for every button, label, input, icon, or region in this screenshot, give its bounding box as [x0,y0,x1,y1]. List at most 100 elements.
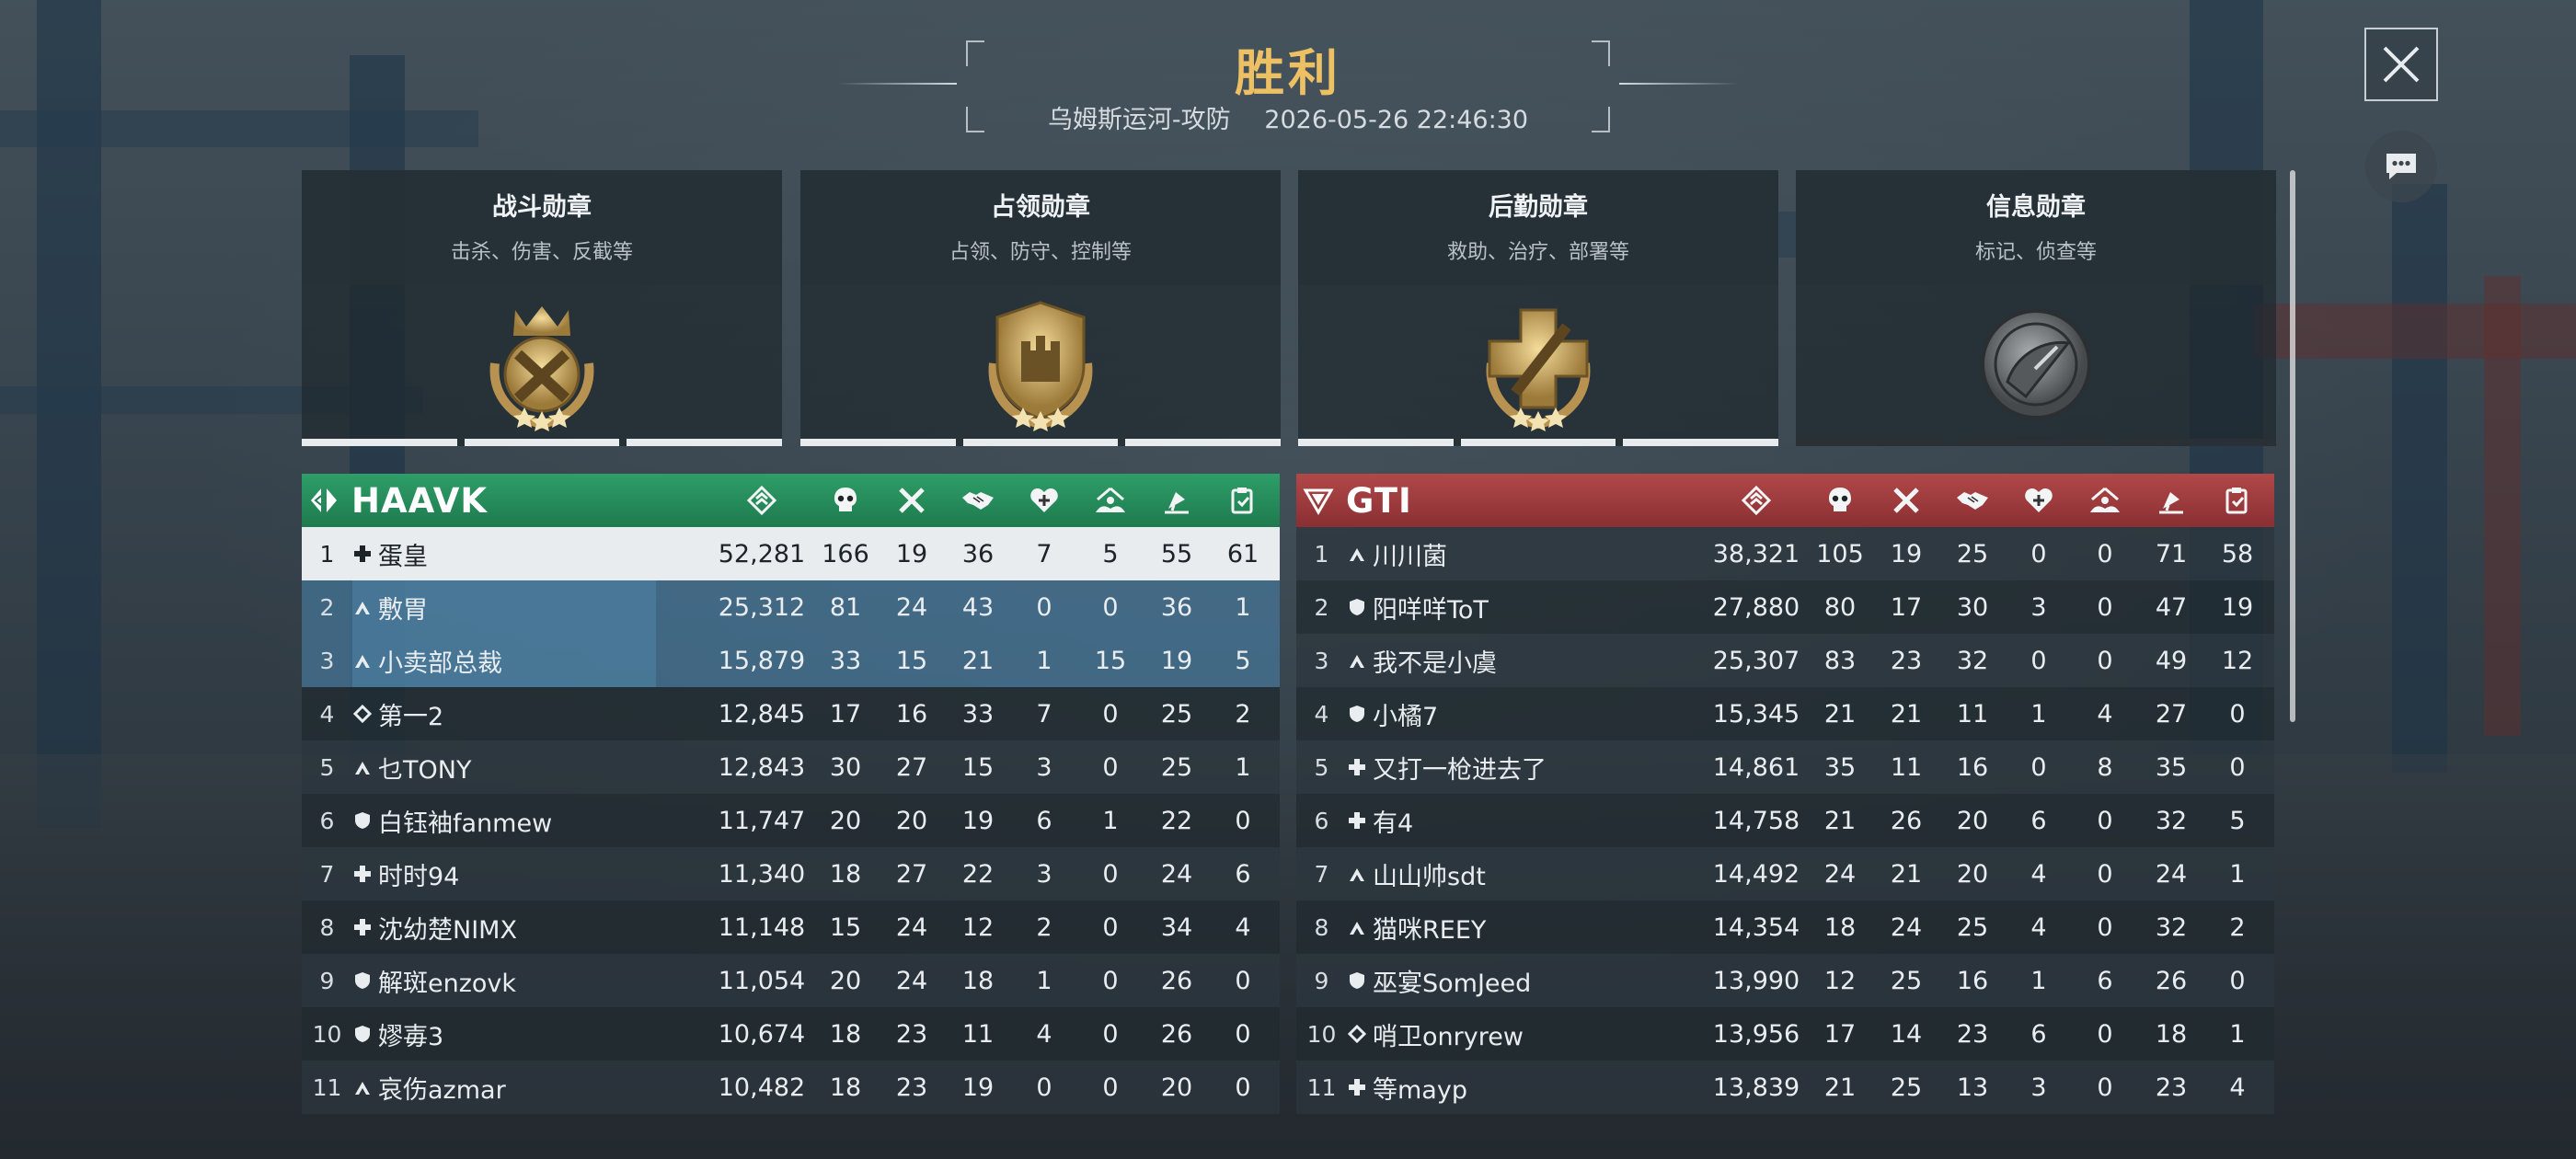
stat-cell: 27 [895,859,928,889]
stat-cell: 21 [1823,699,1857,729]
player-name: 山山帅sdt [1373,862,1486,891]
kills-icon[interactable] [812,474,879,527]
medal-subtitle: 击杀、伤害、反截等 [450,241,633,264]
stat-cell: 5 [2229,806,2246,835]
intel-icon[interactable] [1144,474,1210,527]
stat-cell: 81 [829,592,862,622]
engineer-class-icon [1347,597,1367,617]
player-rank: 10 [1306,1020,1337,1048]
player-row[interactable]: 11 哀伤azmar 10,482 18 23 19 0 0 20 0 [302,1061,1280,1114]
stat-cell: 19 [961,1073,995,1102]
stat-cell: 12 [961,912,995,942]
medal-progress [1298,439,1779,446]
stat-cell: 20 [1956,859,1989,889]
support-icon[interactable] [1210,474,1276,527]
stat-cell: 0 [2097,539,2113,568]
player-row[interactable]: 10 嫪毐3 10,674 18 23 11 4 0 26 0 [302,1007,1280,1061]
player-name-cell: 阳咩咩ToT [1347,590,1489,625]
stat-cell: 1 [1235,752,1251,782]
player-row[interactable]: 5 又打一枪进去了 14,861 35 11 16 0 8 35 0 [1296,740,2274,794]
medal-progress [302,439,783,446]
score-icon[interactable] [1706,474,1807,527]
player-row[interactable]: 4 第一2 12,845 17 16 33 7 0 25 2 [302,687,1280,740]
medal-card[interactable]: 信息勋章 标记、侦查等 [1796,170,2277,446]
stat-cell: 3 [1036,752,1052,782]
revives-icon[interactable] [1011,474,1077,527]
player-row[interactable]: 6 白钰袖fanmew 11,747 20 20 19 6 1 22 0 [302,794,1280,847]
player-rank: 5 [1314,753,1329,781]
player-row[interactable]: 1 川川菌 38,321 105 19 25 0 0 71 58 [1296,527,2274,580]
player-row[interactable]: 8 沈幼楚NIMX 11,148 15 24 12 2 0 34 4 [302,901,1280,954]
player-row[interactable]: 5 乜TONY 12,843 30 27 15 3 0 25 1 [302,740,1280,794]
player-row[interactable]: 8 猫咪REEY 14,354 18 24 25 4 0 32 2 [1296,901,2274,954]
stat-cell: 34 [1160,912,1193,942]
player-row[interactable]: 9 巫宴SomJeed 13,990 12 25 16 1 6 26 0 [1296,954,2274,1007]
player-row[interactable]: 1 蛋皇 52,281 166 19 36 7 5 55 61 [302,527,1280,580]
player-rank: 7 [1314,860,1329,888]
stat-cell: 27 [2155,699,2188,729]
stat-cell: 0 [1102,1019,1119,1049]
stat-cell: 24 [895,966,928,995]
team-scoreboard-right: GTI 1 川川菌 38,321 105 19 25 0 0 71 58 2 阳咩咩ToT 27… [1296,474,2274,1114]
stat-cell: 55 [1160,539,1193,568]
assault-class-icon [1347,917,1367,937]
stat-cell: 17 [1823,1019,1857,1049]
support-icon[interactable] [2204,474,2271,527]
player-row[interactable]: 10 哨卫onryrew 13,956 17 14 23 6 0 18 1 [1296,1007,2274,1061]
player-row[interactable]: 2 敷胃 25,312 81 24 43 0 0 36 1 [302,580,1280,634]
player-row[interactable]: 3 我不是小虞 25,307 83 23 32 0 0 49 12 [1296,634,2274,687]
assists-icon[interactable] [1939,474,2006,527]
stat-cell: 0 [2097,1019,2113,1049]
stat-cell: 7 [1036,539,1052,568]
deaths-icon[interactable] [1873,474,1939,527]
scrollbar[interactable] [2290,170,2295,722]
stat-cell: 4 [2097,699,2113,729]
stat-cell: 6 [1235,859,1251,889]
stat-cell: 12 [2221,646,2254,675]
player-row[interactable]: 9 解斑enzovk 11,054 20 24 18 1 0 26 0 [302,954,1280,1007]
stat-cell: 16 [1956,966,1989,995]
player-row[interactable]: 7 时时94 11,340 18 27 22 3 0 24 6 [302,847,1280,901]
medal-subtitle: 占领、防守、控制等 [949,241,1132,264]
stat-cell: 4 [1036,1019,1052,1049]
stat-cell: 11,148 [718,912,806,942]
medic-class-icon [352,917,373,937]
stat-cell: 24 [1160,859,1193,889]
player-name: 有4 [1373,809,1414,838]
medal-card[interactable]: 战斗勋章 击杀、伤害、反截等 [302,170,783,446]
player-name-cell: 敷胃 [352,590,428,625]
player-row[interactable]: 7 山山帅sdt 14,492 24 21 20 4 0 24 1 [1296,847,2274,901]
stat-cell: 18 [2155,1019,2188,1049]
score-icon[interactable] [711,474,812,527]
stat-cell: 25,307 [1712,646,1800,675]
close-button[interactable] [2364,28,2438,101]
intel-icon[interactable] [2138,474,2204,527]
player-row[interactable]: 3 小卖部总裁 15,879 33 15 21 1 15 19 5 [302,634,1280,687]
player-name: 小橘7 [1373,702,1439,731]
medal-card[interactable]: 占领勋章 占领、防守、控制等 [800,170,1282,446]
player-row[interactable]: 6 有4 14,758 21 26 20 6 0 32 5 [1296,794,2274,847]
player-row[interactable]: 4 小橘7 15,345 21 21 11 1 4 27 0 [1296,687,2274,740]
stat-cell: 11 [961,1019,995,1049]
kills-icon[interactable] [1807,474,1873,527]
player-row[interactable]: 2 阳咩咩ToT 27,880 80 17 30 3 0 47 19 [1296,580,2274,634]
stat-cell: 14,354 [1712,912,1800,942]
stat-cell: 20 [1956,806,1989,835]
stat-cell: 22 [961,859,995,889]
player-rank: 1 [1314,540,1329,568]
chat-button[interactable] [2365,131,2437,202]
stat-cell: 0 [2097,646,2113,675]
deaths-icon[interactable] [879,474,945,527]
captures-icon[interactable] [1077,474,1144,527]
stat-cell: 11 [1890,752,1923,782]
stat-cell: 14,861 [1712,752,1800,782]
captures-icon[interactable] [2072,474,2138,527]
player-name: 白钰袖fanmew [378,809,553,838]
revives-icon[interactable] [2006,474,2072,527]
stat-cell: 8 [2097,752,2113,782]
stat-cell: 0 [2229,752,2246,782]
medal-card[interactable]: 后勤勋章 救助、治疗、部署等 [1298,170,1779,446]
player-row[interactable]: 11 等mayp 13,839 21 25 13 3 0 23 4 [1296,1061,2274,1114]
stat-cell: 22 [1160,806,1193,835]
assists-icon[interactable] [945,474,1011,527]
